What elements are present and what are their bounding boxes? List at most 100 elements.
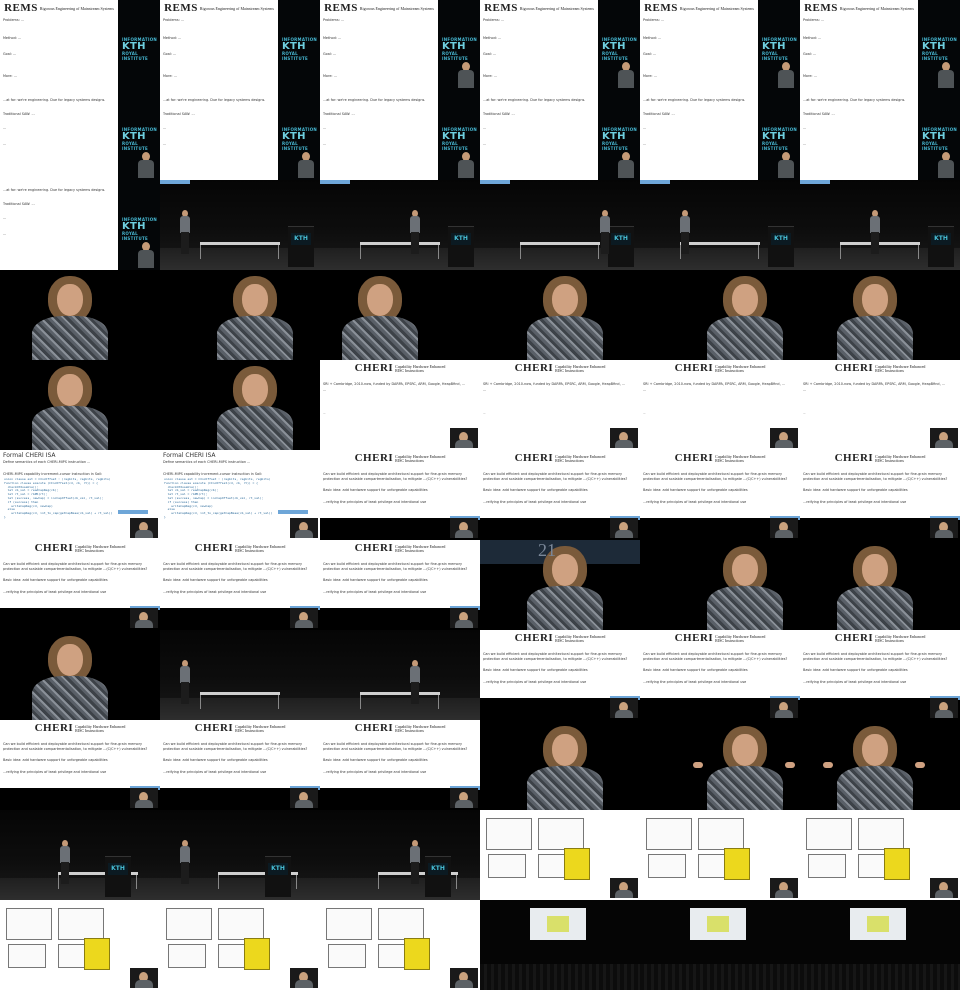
slide-paragraph: Goal: ...	[803, 52, 817, 56]
diagram-box	[6, 908, 52, 940]
diagram-box	[858, 818, 904, 850]
speaker-inset	[130, 608, 158, 628]
slide-subtitle: Capability Hardware Enhanced RISC Instruc…	[395, 725, 445, 733]
slide-subtitle-line: RISC Instructions	[555, 638, 584, 644]
logo-line: ROYAL INSTITUTE	[122, 141, 149, 151]
progress-strip	[640, 180, 670, 184]
video-thumbnail: 21	[480, 540, 640, 630]
slide-title: CHERI Capability Hardware Enhanced RISC In…	[800, 362, 960, 374]
slide-line: ...	[3, 142, 7, 146]
table-leg	[360, 245, 361, 259]
slide-line: ...	[483, 126, 487, 130]
speaker-figure	[870, 210, 880, 254]
lectern: KTH	[448, 226, 474, 267]
diagram-box	[168, 944, 206, 968]
slide-sub: CHERI-MIPS capability increment-cursor i…	[163, 472, 263, 476]
slide-body: ...	[323, 412, 326, 415]
text-slide: ...at far: we're engineering. Due for le…	[480, 90, 598, 180]
speaker-face	[242, 374, 268, 406]
conference-logo: INFORMATION KTH ROYAL INSTITUTE	[442, 37, 480, 61]
slide-subtitle-line: RISC Instructions	[715, 458, 744, 464]
slide-body: ...	[483, 412, 486, 415]
conference-logo: INFORMATION KTH ROYAL INSTITUTE	[282, 127, 320, 151]
slide-subtitle-line: RISC Instructions	[235, 728, 264, 734]
speaker-figure	[180, 840, 190, 884]
slide-title: CHERI Capability Hardware Enhanced RISC In…	[640, 632, 800, 644]
text-slide: ...at far: we're engineering. Due for le…	[320, 90, 438, 180]
slide-subtitle: Capability Hardware Enhanced RISC Instruc…	[395, 365, 445, 373]
slide-line: ...	[163, 142, 167, 146]
video-thumbnail	[640, 720, 800, 810]
conference-logo: INFORMATION KTH ROYAL INSTITUTE	[122, 127, 160, 151]
slide-basic-idea: Basic idea: add hardware support for unf…	[163, 578, 268, 582]
slide-title-text: REMS	[804, 2, 838, 14]
rems-slide: REMS Rigorous Engineering of Mainstream S…	[480, 0, 598, 90]
table-leg	[840, 245, 841, 259]
speaker-face	[57, 374, 83, 406]
slide-paragraph: Goal: ...	[323, 52, 337, 56]
speaker-figure	[936, 152, 956, 178]
stage-table	[360, 242, 440, 245]
slide-title-text: CHERI	[354, 362, 394, 374]
diagram-box	[806, 818, 852, 850]
speaker-shirt	[32, 406, 108, 450]
speaker-figure	[616, 62, 636, 88]
cheri-slide: CHERI Capability Hardware Enhanced RISC In…	[640, 450, 800, 518]
slide-title-text: CHERI	[674, 362, 714, 374]
slide-question: Can we build efficient and deployable ar…	[163, 742, 308, 751]
slide-question: Can we build efficient and deployable ar…	[643, 652, 788, 661]
rems-slide: REMS Rigorous Engineering of Mainstream S…	[320, 0, 438, 90]
speaker-inset	[450, 428, 478, 448]
slide-footer: More: ...	[163, 74, 177, 78]
speaker-figure	[180, 660, 190, 704]
speaker-side-panel: INFORMATION KTH ROYAL INSTITUTE	[758, 90, 800, 180]
diagram-box	[646, 818, 692, 850]
slide-title-text: REMS	[644, 2, 678, 14]
text-slide: ...at far: we're engineering. Due for le…	[160, 90, 278, 180]
slide-paragraph: Problems: ...	[323, 18, 345, 22]
logo-line: ROYAL INSTITUTE	[922, 51, 949, 61]
table-leg	[136, 875, 137, 889]
slide-subtitle: Capability Hardware Enhanced RISC Instruc…	[875, 635, 925, 643]
slide-line: ...at far: we're engineering. Due for le…	[3, 188, 106, 192]
logo-line: ROYAL INSTITUTE	[602, 51, 629, 61]
video-thumbnail	[800, 720, 960, 810]
video-thumbnail	[160, 270, 320, 360]
highlighted-capability-box	[884, 848, 910, 880]
video-thumbnail	[640, 270, 800, 360]
slide-paragraph: Problems: ...	[483, 18, 505, 22]
speaker-face	[57, 284, 83, 316]
slide-subtitle: Capability Hardware Enhanced RISC Instruc…	[235, 545, 285, 553]
slide-title: CHERI Capability Hardware Enhanced RISC In…	[320, 362, 480, 374]
slide-subtitle: Capability Hardware Enhanced RISC Instruc…	[395, 545, 445, 553]
diagram-box	[808, 854, 846, 878]
speaker-face	[57, 644, 83, 676]
speaker-figure	[776, 62, 796, 88]
slide-title: Formal CHERI ISA	[3, 452, 56, 459]
video-thumbnail	[320, 630, 480, 720]
speaker-inset	[290, 518, 318, 538]
slide-principle: ...reifying the principles of least priv…	[803, 500, 907, 504]
slide-subtitle-line: RISC Instructions	[555, 458, 584, 464]
slide-principle: ...reifying the principles of least priv…	[163, 770, 267, 774]
diagram-box	[58, 908, 104, 940]
speaker-shirt	[217, 316, 293, 360]
slide-basic-idea: Basic idea: add hardware support for unf…	[323, 578, 428, 582]
slide-question: Can we build efficient and deployable ar…	[483, 652, 628, 661]
slide-body: ...	[803, 412, 806, 415]
speaker-figure	[136, 242, 156, 268]
logo-line: ROYAL INSTITUTE	[602, 141, 629, 151]
speaker-figure	[410, 210, 420, 254]
slide-subtitle: Capability Hardware Enhanced RISC Instruc…	[395, 455, 445, 463]
slide-line: ...at far: we're engineering. Due for le…	[643, 98, 746, 102]
video-thumbnail: CHERI Capability Hardware Enhanced RISC In…	[320, 450, 480, 540]
slide-intro: Define semantics of each CHERI-MIPS inst…	[3, 460, 91, 464]
slide-subtitle: Capability Hardware Enhanced RISC Instruc…	[555, 635, 605, 643]
speaker-figure	[776, 152, 796, 178]
speaker-shirt	[707, 316, 783, 360]
video-thumbnail: REMS Rigorous Engineering of Mainstream S…	[160, 0, 320, 90]
slide-subtitle: Rigorous Engineering of Mainstream Syste…	[359, 6, 434, 12]
slide-line: ...	[163, 126, 167, 130]
video-thumbnail: ...at far: we're engineering. Due for le…	[0, 180, 160, 270]
slide-sri-line: SRI + Cambridge, 2010-now, funded by DAR…	[643, 382, 785, 386]
